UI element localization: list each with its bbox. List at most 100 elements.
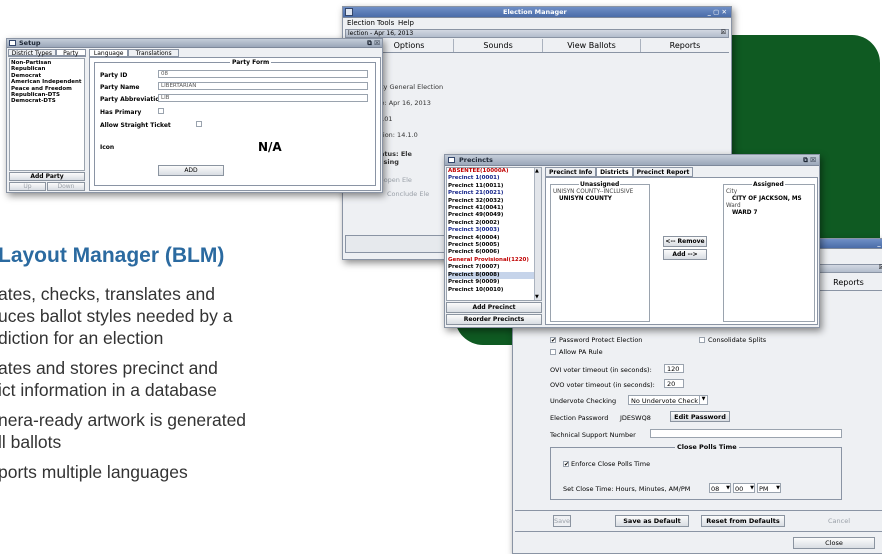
close-icon[interactable]: ☒	[879, 264, 882, 271]
party-add-button[interactable]: ADD	[158, 165, 224, 176]
tab-language[interactable]: Language	[89, 49, 129, 57]
allow-pa-label: Allow PA Rule	[559, 348, 603, 356]
assigned-item[interactable]: CITY OF JACKSON, MS	[732, 196, 802, 202]
add-precinct-button[interactable]: Add Precinct	[446, 302, 542, 313]
party-id-input[interactable]: 08	[158, 70, 368, 78]
precinct-list-item[interactable]: Precinct 4(0004)	[448, 235, 541, 242]
scroll-down-icon[interactable]: ▼	[535, 294, 539, 300]
undervote-label: Undervote Checking	[550, 397, 617, 405]
ampm-select[interactable]: PM ▼	[757, 483, 781, 493]
chevron-down-icon[interactable]: ▼	[750, 485, 754, 491]
close-button[interactable]: Close	[793, 537, 875, 549]
party-name-input[interactable]: LIBERTARIAN	[158, 82, 368, 90]
party-list-item[interactable]: Democrat-DTS	[11, 98, 83, 104]
allow-pa-checkbox[interactable]	[550, 349, 556, 355]
add-district-button[interactable]: Add -->	[663, 249, 707, 260]
save-as-default-button[interactable]: Save as Default	[615, 515, 689, 527]
menu-tools[interactable]: Tools	[377, 19, 394, 27]
consolidate-splits-label: Consolidate Splits	[708, 336, 767, 344]
allow-straight-checkbox[interactable]	[196, 121, 202, 127]
bullet-line: ates, checks, translates and	[0, 284, 215, 304]
precinct-list-item[interactable]: Precinct 10(0010)	[448, 287, 541, 294]
tab-reports[interactable]: Reports	[641, 39, 729, 52]
minute-value: 00	[735, 485, 744, 493]
bullet-item: ates, checks, translates and uces ballot …	[0, 283, 358, 349]
precinct-list-item[interactable]: Precinct 8(0008)	[448, 271, 541, 280]
consolidate-splits-checkbox[interactable]	[699, 337, 705, 343]
bullet-line: uces ballot styles needed by a	[0, 306, 233, 326]
window-controls-icon[interactable]: _ ▢	[877, 239, 882, 247]
precinct-list-item[interactable]: Precinct 5(0005)	[448, 242, 541, 249]
tab-reports-options[interactable]: Reports	[813, 276, 882, 289]
assigned-category: City	[726, 189, 738, 195]
precinct-list-item[interactable]: Precinct 21(0021)	[448, 190, 541, 197]
up-button[interactable]: Up	[9, 182, 46, 191]
hour-value: 08	[711, 485, 720, 493]
close-icon[interactable]: ☒	[721, 29, 726, 36]
scroll-up-icon[interactable]: ▲	[535, 168, 539, 174]
has-primary-checkbox[interactable]	[158, 108, 164, 114]
precinct-list-item[interactable]: ABSENTEE(10000A)	[448, 168, 541, 175]
list-scrollbar[interactable]: ▲ ▼	[534, 168, 541, 300]
tab-district-types[interactable]: District Types	[8, 49, 56, 57]
precinct-list-item[interactable]: Precinct 49(0049)	[448, 212, 541, 219]
chevron-down-icon[interactable]: ▼	[776, 485, 780, 491]
unassigned-item[interactable]: UNISYN COUNTY--INCLUSIVE	[553, 189, 633, 195]
add-party-button[interactable]: Add Party	[9, 172, 85, 181]
minute-select[interactable]: 00 ▼	[733, 483, 755, 493]
save-button[interactable]: Save	[553, 515, 571, 527]
election-password-label: Election Password	[550, 414, 609, 422]
remove-button[interactable]: <-- Remove	[663, 236, 707, 247]
password-protect-checkbox[interactable]: ✔	[550, 337, 556, 344]
tech-support-input[interactable]	[650, 429, 842, 438]
unassigned-item[interactable]: UNISYN COUNTY	[559, 196, 612, 202]
tab-precinct-info[interactable]: Precinct Info	[545, 167, 597, 177]
assigned-item[interactable]: WARD 7	[732, 210, 757, 216]
menu-help[interactable]: Help	[398, 19, 414, 27]
conclude-election-button[interactable]: Conclude Ele	[387, 190, 429, 198]
edit-password-button[interactable]: Edit Password	[670, 411, 730, 422]
precinct-list-item[interactable]: Precinct 41(0041)	[448, 205, 541, 212]
tab-party[interactable]: Party	[55, 49, 86, 57]
party-name-label: Party Name	[100, 84, 140, 91]
precinct-list-item[interactable]: Precinct 6(0006)	[448, 249, 541, 256]
election-tabs: ne Options Sounds View Ballots Reports	[345, 39, 729, 53]
precinct-list: ABSENTEE(10000A) Precinct 1(0001) Precinct…	[446, 167, 542, 301]
window-controls-icon[interactable]: ⧉ ☒	[803, 155, 816, 165]
precinct-list-item[interactable]: General Provisional(1220)	[448, 257, 541, 264]
election-password-value: JDESWQ8	[620, 414, 651, 422]
precinct-list-item[interactable]: Precinct 3(0003)	[448, 227, 541, 234]
hour-select[interactable]: 08 ▼	[709, 483, 731, 493]
party-abbr-input[interactable]: LIB	[158, 94, 368, 102]
tab-view-ballots[interactable]: View Ballots	[543, 39, 641, 52]
tab-precinct-report[interactable]: Precinct Report	[632, 167, 694, 177]
party-list-item[interactable]: American Independent	[11, 79, 83, 85]
precinct-list-item[interactable]: Precinct 7(0007)	[448, 264, 541, 271]
chevron-down-icon[interactable]: ▼	[699, 396, 707, 404]
precincts-icon	[448, 157, 455, 163]
menu-election[interactable]: Election	[347, 19, 375, 27]
precinct-list-item[interactable]: Precinct 11(0011)	[448, 183, 541, 190]
precinct-list-item[interactable]: Precinct 9(0009)	[448, 279, 541, 286]
cancel-button[interactable]: Cancel	[828, 517, 850, 525]
slide-heading: Layout Manager (BLM)	[0, 244, 225, 267]
window-controls-icon[interactable]: ⧉ ☒	[367, 39, 380, 47]
enforce-close-checkbox[interactable]: ✔	[563, 461, 569, 468]
down-button[interactable]: Down	[47, 182, 85, 191]
bullet-line: ict information in a database	[0, 380, 217, 400]
election-manager-title: Election Manager	[503, 8, 567, 16]
tab-sounds[interactable]: Sounds	[454, 39, 544, 52]
reset-defaults-button[interactable]: Reset from Defaults	[701, 515, 785, 527]
precinct-list-item[interactable]: Precinct 32(0032)	[448, 198, 541, 205]
window-controls-icon[interactable]: _ ▢ ✕	[708, 7, 727, 17]
reorder-precincts-button[interactable]: Reorder Precincts	[446, 314, 542, 325]
tab-translations[interactable]: Translations	[128, 49, 179, 57]
precinct-list-item[interactable]: Precinct 2(0002)	[448, 220, 541, 227]
ovo-timeout-input[interactable]: 20	[664, 379, 684, 388]
assigned-title: Assigned	[752, 181, 785, 188]
chevron-down-icon[interactable]: ▼	[726, 485, 730, 491]
undervote-select[interactable]: No Undervote Check ▼	[628, 395, 708, 405]
ovi-timeout-input[interactable]: 120	[664, 364, 684, 373]
tab-districts[interactable]: Districts	[596, 167, 633, 177]
precinct-list-item[interactable]: Precinct 1(0001)	[448, 175, 541, 182]
